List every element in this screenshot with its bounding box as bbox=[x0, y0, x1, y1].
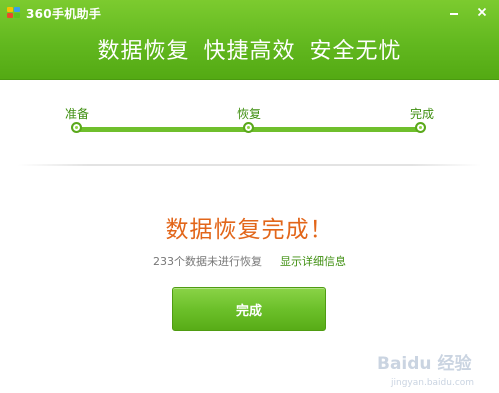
baidu-watermark: Baidu 经验 jingyan.baidu.com bbox=[375, 345, 491, 389]
step-label-restore: 恢复 bbox=[237, 107, 262, 121]
step-label-complete: 完成 bbox=[410, 107, 435, 121]
app-window: 360手机助手 数据恢复 快捷高效 安全无忧 准备 恢复 完成 数据恢复完成！ … bbox=[0, 0, 499, 393]
show-details-link[interactable]: 显示详细信息 bbox=[280, 253, 346, 269]
close-button[interactable] bbox=[469, 2, 495, 21]
watermark-brand: Baidu 经验 bbox=[377, 353, 472, 374]
window-controls bbox=[441, 2, 495, 21]
header-slogan: 数据恢复 快捷高效 安全无忧 bbox=[97, 39, 402, 64]
app-title: 360手机助手 bbox=[26, 6, 102, 21]
close-icon bbox=[477, 7, 487, 16]
step-dot-prepare bbox=[71, 122, 82, 133]
unrestored-count-text: 233个数据未进行恢复 bbox=[153, 255, 262, 268]
step-dot-restore bbox=[243, 122, 254, 133]
app-logo-icon bbox=[6, 5, 22, 21]
step-label-prepare: 准备 bbox=[65, 107, 90, 121]
minimize-button[interactable] bbox=[441, 2, 467, 21]
divider bbox=[18, 164, 481, 166]
result-title: 数据恢复完成！ bbox=[165, 217, 334, 243]
finish-button[interactable]: 完成 bbox=[172, 287, 326, 331]
result-summary: 233个数据未进行恢复 显示详细信息 bbox=[0, 253, 499, 269]
minimize-icon bbox=[450, 12, 458, 15]
watermark-url: jingyan.baidu.com bbox=[390, 378, 474, 388]
step-dot-complete bbox=[415, 122, 426, 133]
title-bar: 360手机助手 bbox=[6, 3, 101, 23]
header: 360手机助手 数据恢复 快捷高效 安全无忧 bbox=[0, 0, 499, 80]
